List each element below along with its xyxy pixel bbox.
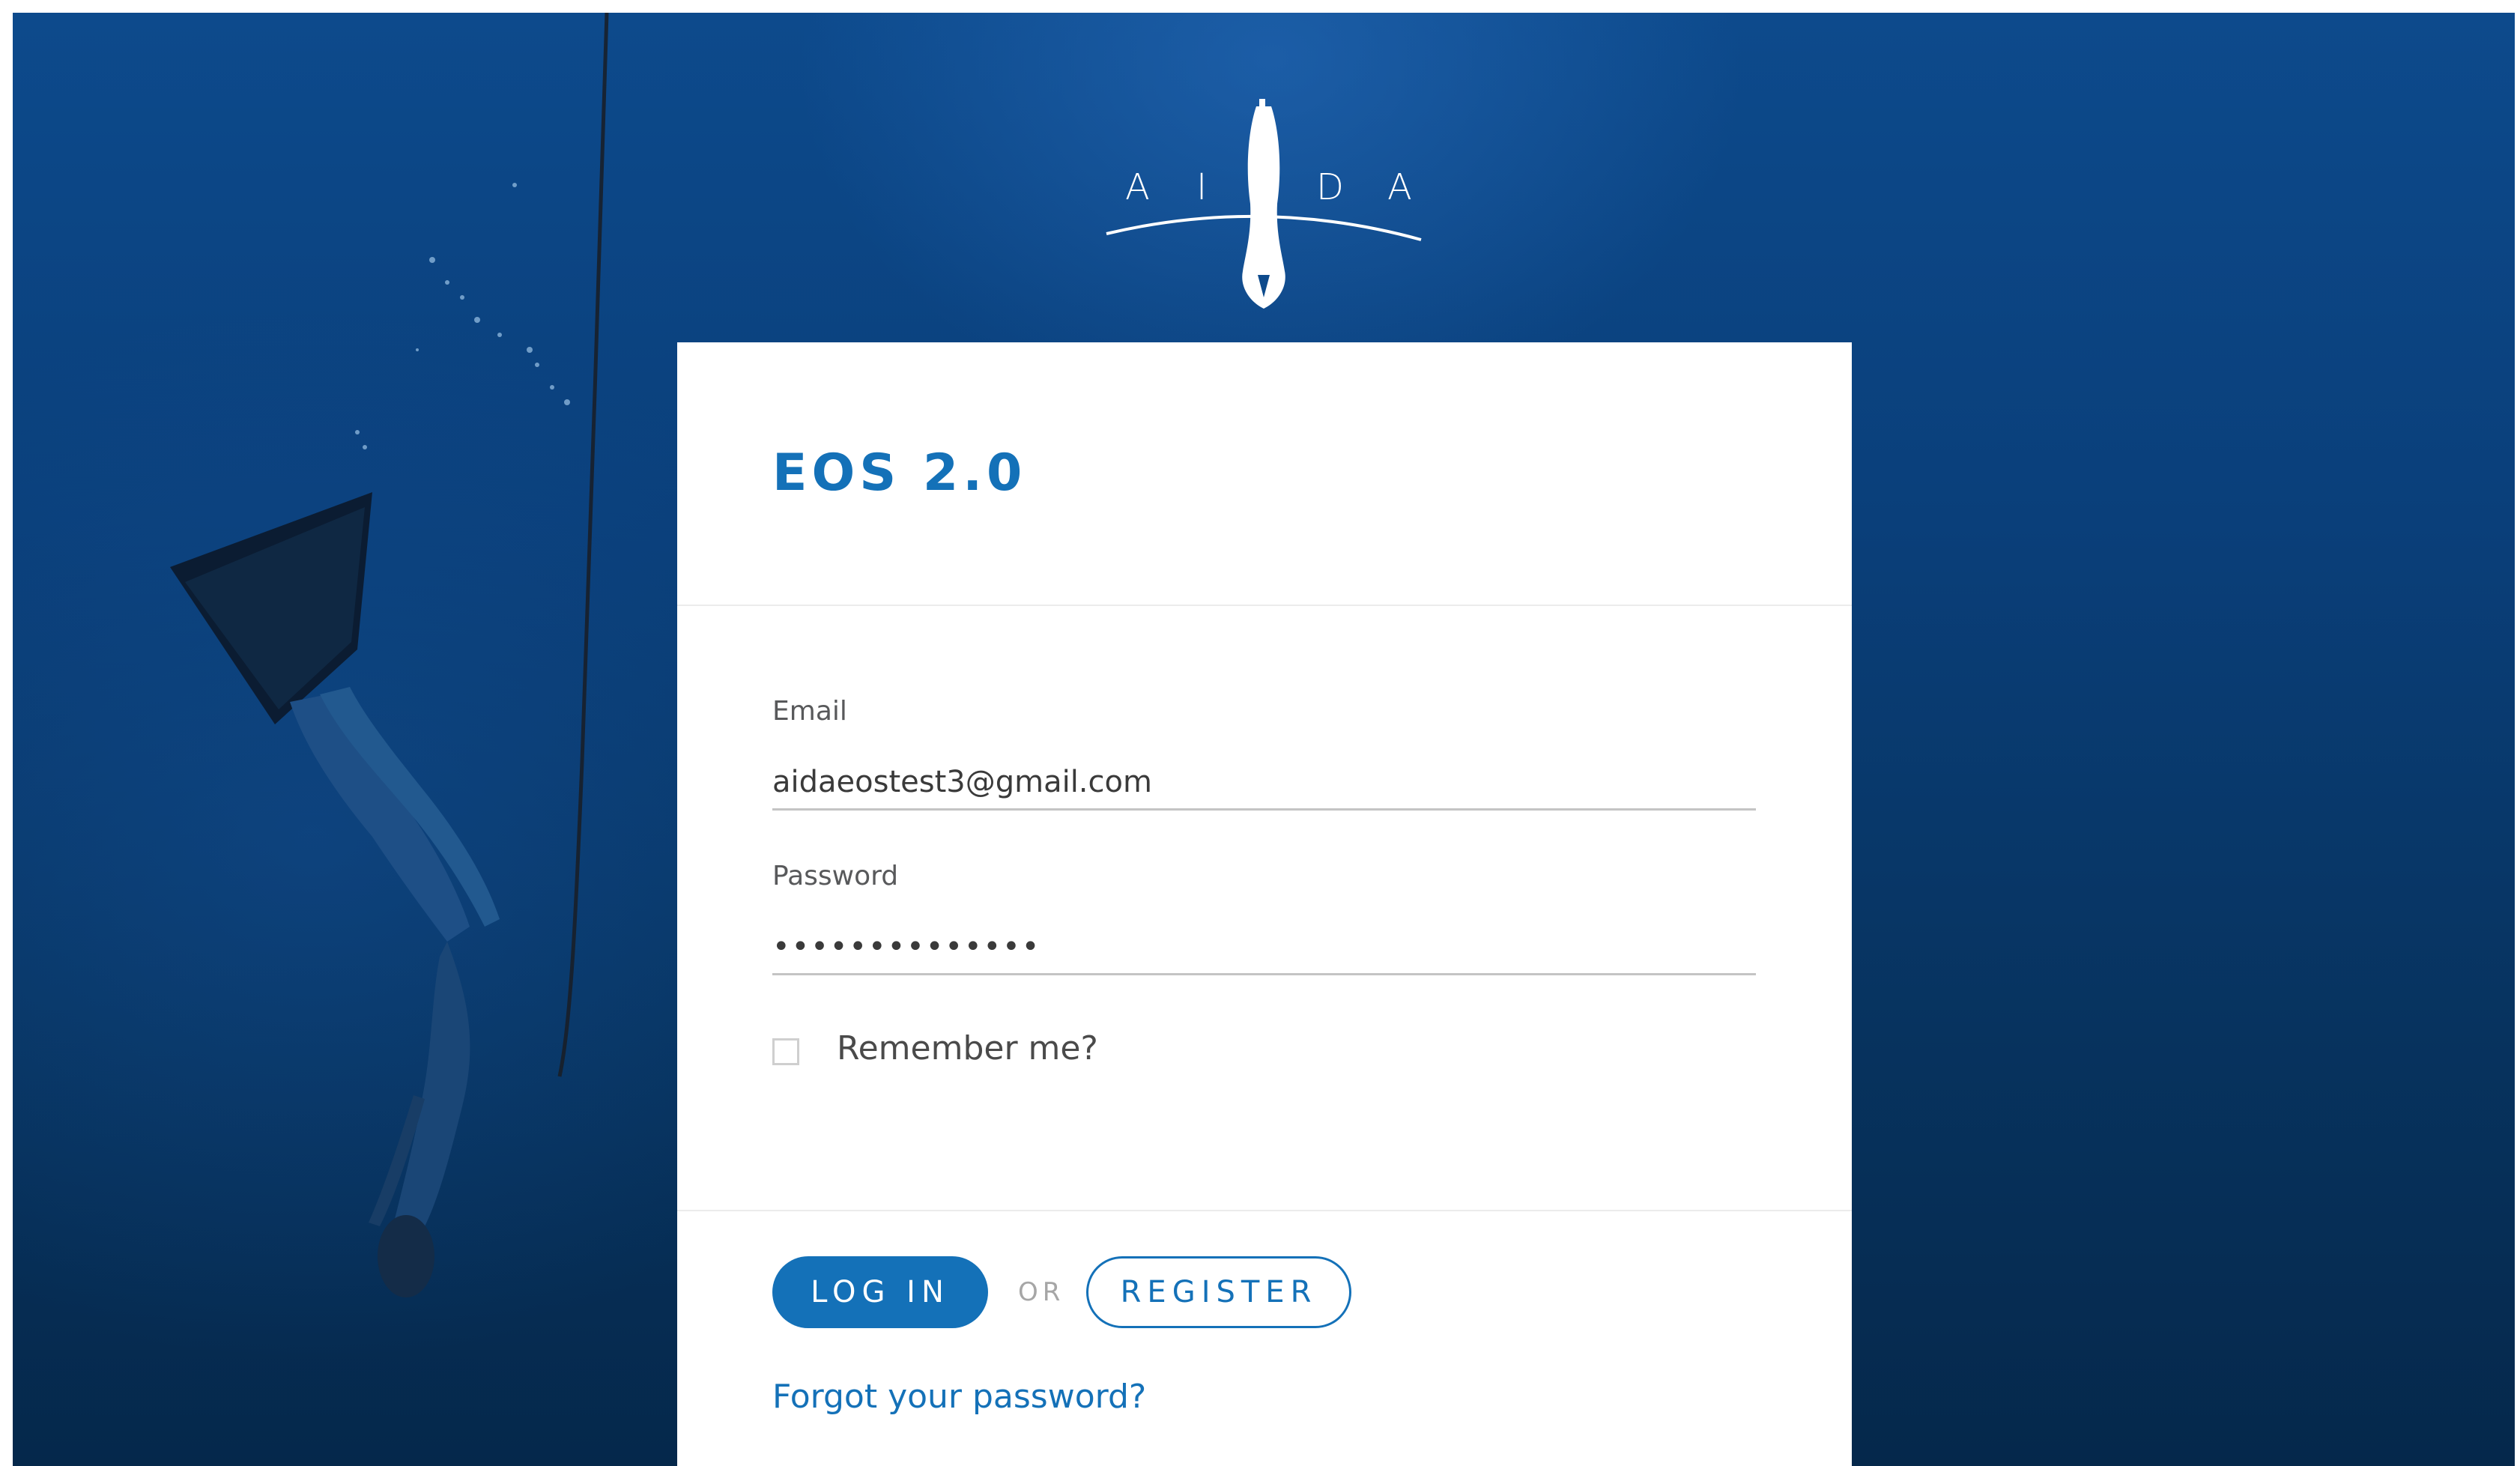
login-form: Email Password Remember me? (677, 606, 1852, 1211)
email-field[interactable] (772, 756, 1756, 811)
remember-me-label[interactable]: Remember me? (837, 1029, 1098, 1067)
aida-logo: A I D A (1091, 84, 1436, 316)
logo-letter-a1: A (1125, 166, 1153, 208)
card-header: EOS 2.0 (677, 342, 1852, 606)
password-field[interactable] (772, 921, 1756, 975)
logo-letter-i: I (1196, 166, 1211, 208)
login-card: EOS 2.0 Email Password Remember me? LOG … (677, 342, 1852, 1466)
logo-letter-d: D (1316, 166, 1347, 208)
remember-me[interactable]: Remember me? (772, 1029, 1098, 1067)
page-title: EOS 2.0 (772, 443, 1027, 503)
register-button[interactable]: REGISTER (1086, 1256, 1351, 1328)
diver-figure (170, 492, 500, 1297)
background-photo: A I D A EOS 2.0 Email Password Remember … (13, 13, 2515, 1466)
logo-letter-a2: A (1387, 166, 1415, 208)
email-label: Email (772, 696, 847, 727)
card-footer: LOG IN OR REGISTER Forgot your password? (677, 1211, 1852, 1466)
or-separator: OR (1018, 1277, 1065, 1307)
login-button[interactable]: LOG IN (772, 1256, 988, 1328)
password-label: Password (772, 861, 899, 891)
forgot-password-link[interactable]: Forgot your password? (772, 1378, 1146, 1416)
remember-me-checkbox[interactable] (772, 1038, 799, 1065)
